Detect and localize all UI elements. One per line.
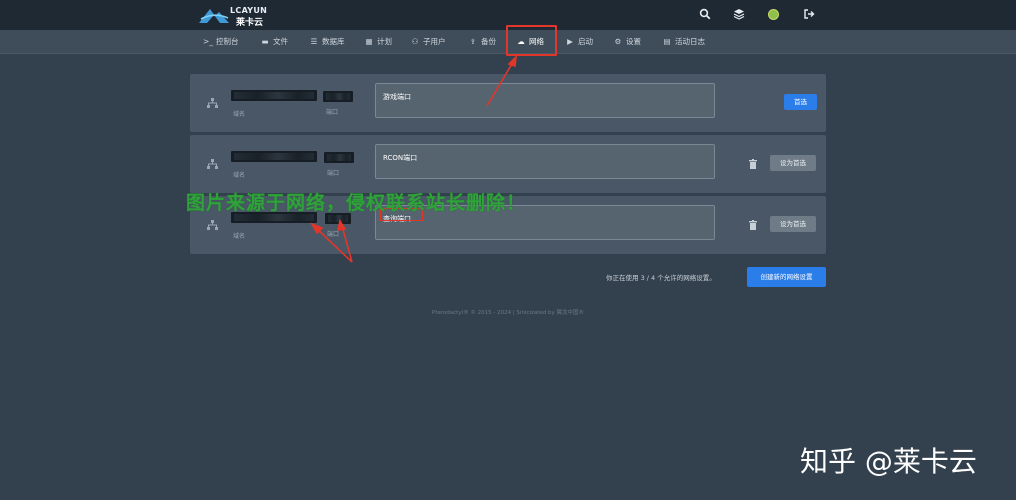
nav-backups[interactable]: ⇪ 备份 (468, 30, 496, 54)
notes-text: 游戏端口 (383, 93, 411, 101)
calendar-icon: ▦ (365, 37, 373, 46)
port-label: 端口 (327, 170, 340, 177)
list-icon: ▤ (663, 37, 671, 46)
layers-icon[interactable] (733, 8, 747, 22)
notes-text: RCON端口 (383, 154, 418, 162)
port-label: 端口 (326, 109, 339, 116)
port-label: 端口 (327, 231, 340, 238)
nav-schedules[interactable]: ▦ 计划 (364, 30, 392, 54)
copyright-footer: Pterodactyl® © 2015 - 2024 | Sinicizated… (431, 310, 585, 316)
terminal-icon: >_ (203, 37, 214, 46)
notes-input[interactable]: 游戏端口 (375, 83, 715, 118)
primary-badge-button[interactable]: 首选 (784, 94, 817, 110)
redacted-domain (231, 90, 317, 101)
nav-label: 子用户 (423, 37, 446, 46)
brand-logo[interactable]: LCAYUN 莱卡云 (198, 4, 278, 28)
notes-input[interactable]: RCON端口 (375, 144, 715, 179)
nav-startup[interactable]: ▶ 启动 (565, 30, 593, 54)
nav-label: 设置 (626, 37, 641, 46)
domain-label: 域名 (233, 172, 246, 179)
users-icon: ⚇ (411, 37, 419, 46)
nav-settings[interactable]: ⚙ 设置 (613, 30, 641, 54)
make-primary-button[interactable]: 设为首选 (770, 155, 816, 171)
logout-icon[interactable] (803, 8, 817, 22)
nav-label: 计划 (377, 37, 392, 46)
domain-label: 域名 (233, 233, 246, 240)
search-icon[interactable] (699, 8, 713, 22)
nav-label: 备份 (481, 37, 496, 46)
database-icon: ☰ (310, 37, 318, 46)
nav-subusers[interactable]: ⚇ 子用户 (410, 30, 446, 54)
avatar[interactable] (768, 9, 779, 20)
make-primary-button[interactable]: 设为首选 (770, 216, 816, 232)
nav-console[interactable]: >_ 控制台 (203, 30, 239, 54)
zhihu-credit: 知乎 @莱卡云 (800, 445, 977, 478)
nav-label: 活动日志 (675, 37, 705, 46)
allocation-row: 域名 端口 游戏端口 首选 (190, 74, 826, 132)
create-allocation-button[interactable]: 创建新的网络设置 (747, 267, 826, 287)
mountain-logo-icon (199, 9, 229, 23)
nav-label: 启动 (578, 37, 593, 46)
allocation-usage-text: 你正在使用 3 / 4 个允许的网络设置。 (606, 274, 716, 282)
redacted-domain (231, 151, 317, 162)
domain-label: 域名 (233, 111, 246, 118)
brand-name-en: LCAYUN (230, 6, 268, 15)
trash-icon[interactable] (749, 220, 757, 230)
nav-files[interactable]: ▬ 文件 (260, 30, 288, 54)
folder-icon: ▬ (261, 37, 269, 46)
watermark-text: 图片来源于网络，侵权联系站长删除！ (186, 192, 527, 214)
nav-databases[interactable]: ☰ 数据库 (309, 30, 345, 54)
upload-icon: ⇪ (469, 37, 477, 46)
cogs-icon: ⚙ (614, 37, 622, 46)
brand-name-cn: 莱卡云 (236, 18, 264, 28)
network-icon (207, 220, 218, 230)
redacted-port (324, 152, 354, 163)
allocation-row: 域名 端口 RCON端口 设为首选 (190, 135, 826, 193)
nav-label: 数据库 (322, 37, 345, 46)
nav-activity[interactable]: ▤ 活动日志 (662, 30, 705, 54)
nav-label: 控制台 (216, 37, 239, 46)
annotation-highlight-box (506, 25, 557, 56)
network-icon (207, 98, 218, 108)
network-icon (207, 159, 218, 169)
nav-label: 文件 (273, 37, 288, 46)
redacted-port (323, 91, 353, 102)
play-icon: ▶ (567, 37, 573, 46)
trash-icon[interactable] (749, 159, 757, 169)
